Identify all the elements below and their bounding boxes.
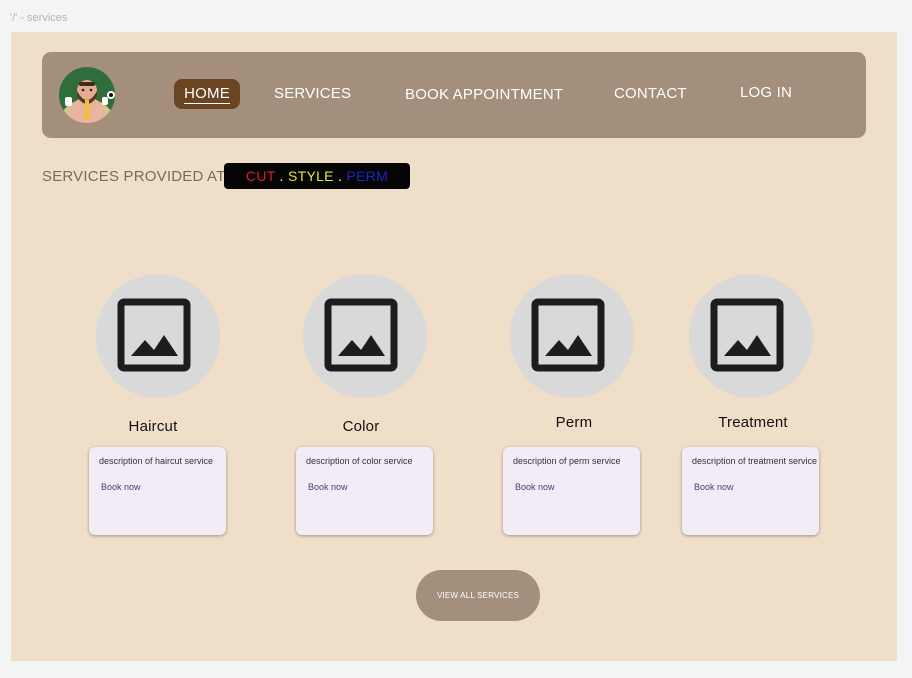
service-name-color: Color (342, 418, 380, 435)
service-description: description of perm service (513, 456, 621, 466)
book-now-link[interactable]: Book now (308, 482, 348, 492)
view-all-services-button[interactable]: VIEW ALL SERVICES (416, 570, 540, 621)
services-page: HOME SERVICES BOOK APPOINTMENT CONTACT L… (11, 32, 897, 661)
brand-dot: . (338, 168, 343, 184)
service-card-perm: description of perm service Book now (503, 447, 640, 535)
service-image-perm (510, 274, 634, 398)
service-card-haircut: description of haircut service Book now (89, 447, 226, 535)
nav-book-appointment[interactable]: BOOK APPOINTMENT (405, 80, 563, 110)
book-now-link[interactable]: Book now (515, 482, 555, 492)
service-name-treatment: Treatment (718, 414, 788, 431)
navbar: HOME SERVICES BOOK APPOINTMENT CONTACT L… (42, 52, 866, 138)
service-name-haircut: Haircut (128, 418, 178, 435)
service-image-haircut (96, 274, 220, 398)
avatar[interactable] (59, 67, 115, 123)
service-image-color (303, 274, 427, 398)
brand-style: STYLE (287, 168, 334, 184)
image-placeholder-icon (324, 298, 398, 372)
book-now-link[interactable]: Book now (694, 482, 734, 492)
nav-services[interactable]: SERVICES (274, 79, 351, 109)
brand-badge: CUT . STYLE . PERM (224, 163, 410, 189)
brand-dot: . (279, 168, 284, 184)
nav-contact[interactable]: CONTACT (614, 79, 687, 109)
service-description: description of treatment service (692, 456, 818, 466)
nav-home-label: HOME (184, 85, 230, 104)
book-now-link[interactable]: Book now (101, 482, 141, 492)
service-card-treatment: description of treatment service Book no… (682, 447, 819, 535)
image-placeholder-icon (710, 298, 784, 372)
services-heading: SERVICES PROVIDED AT (42, 168, 226, 185)
service-card-color: description of color service Book now (296, 447, 433, 535)
nav-home[interactable]: HOME (174, 79, 240, 109)
frame-label: '/' - services (10, 12, 68, 24)
image-placeholder-icon (117, 298, 191, 372)
service-description: description of haircut service (99, 456, 214, 466)
image-placeholder-icon (531, 298, 605, 372)
brand-perm: PERM (346, 168, 389, 184)
brand-cut: CUT (245, 168, 276, 184)
service-description: description of color service (306, 456, 413, 466)
service-name-perm: Perm (555, 414, 593, 431)
nav-log-in[interactable]: LOG IN (740, 78, 792, 108)
service-image-treatment (689, 274, 813, 398)
